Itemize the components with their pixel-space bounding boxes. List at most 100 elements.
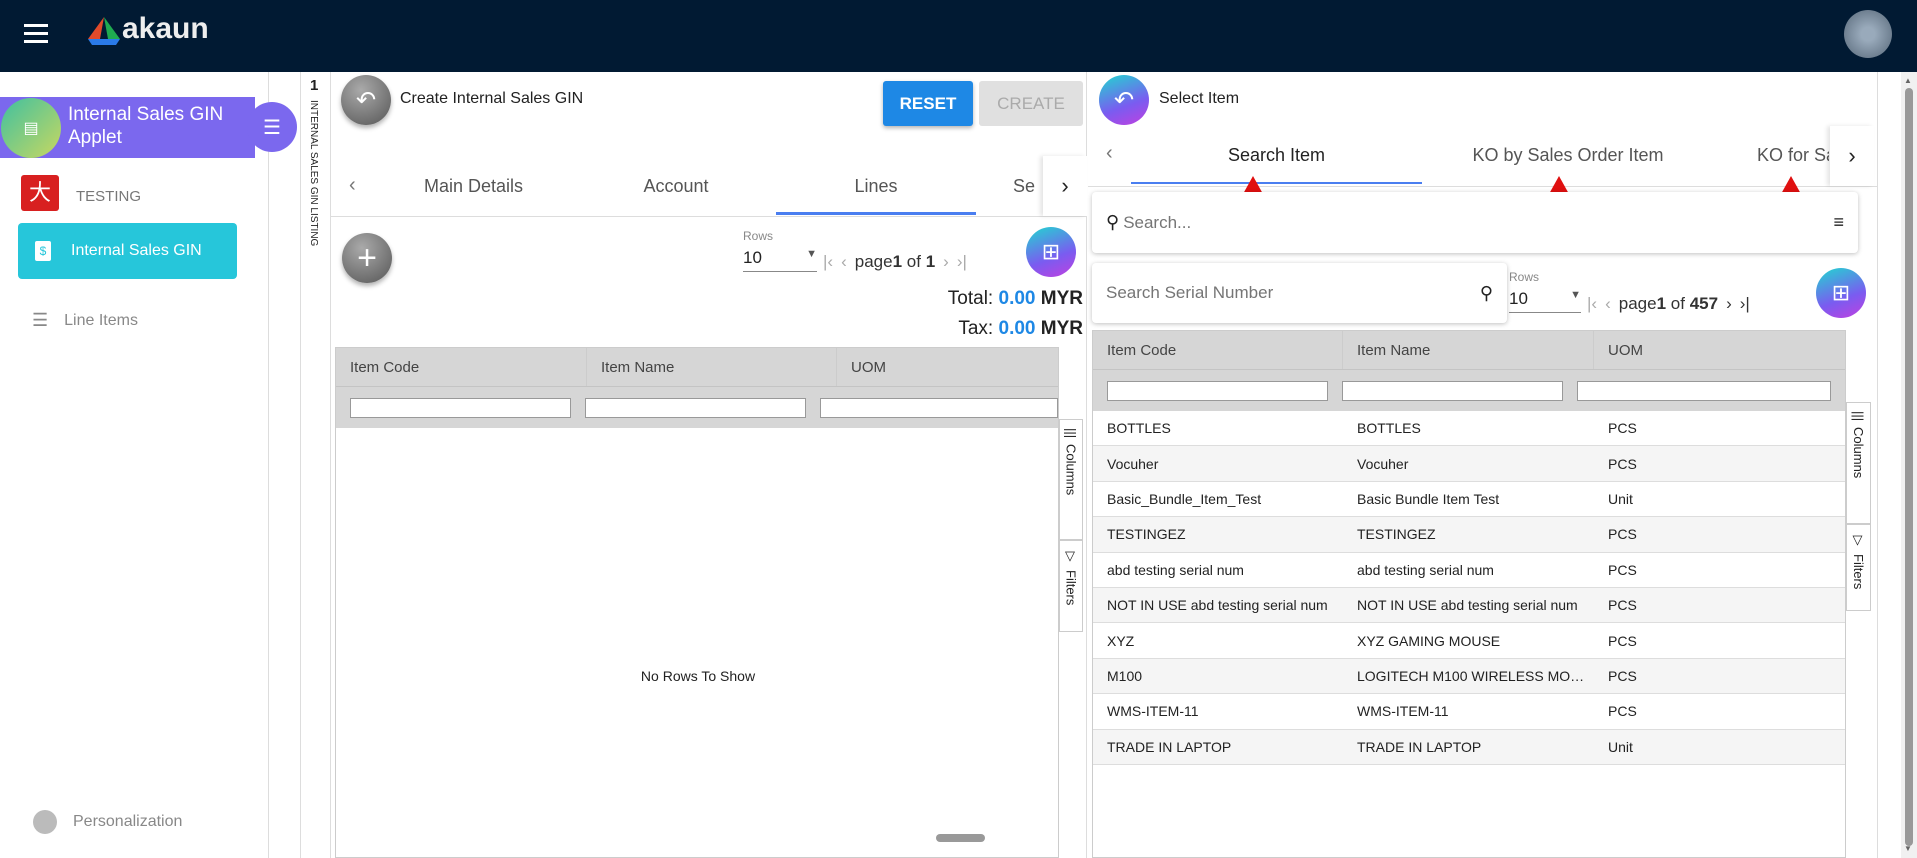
table-cell: PCS	[1594, 526, 1637, 542]
tab-scroll-left-icon[interactable]: ‹	[1106, 142, 1113, 165]
scroll-handle[interactable]	[936, 834, 985, 842]
table-row[interactable]: WMS-ITEM-11WMS-ITEM-11PCS	[1093, 694, 1845, 729]
org-logo-icon: 大	[21, 175, 59, 211]
rows-label: Rows	[743, 229, 773, 243]
sidebar-item-line-items[interactable]: ☰Line Items	[32, 310, 138, 331]
select-item-panel: ↶ Select Item ‹ Search Item KO by Sales …	[1088, 72, 1878, 858]
columns-side-tab[interactable]: |||Columns	[1059, 419, 1083, 540]
table-row[interactable]: TRADE IN LAPTOPTRADE IN LAPTOPUnit	[1093, 730, 1845, 765]
tab-scroll-left-icon[interactable]: ‹	[349, 174, 356, 197]
last-page-icon[interactable]: ›|	[1740, 294, 1750, 314]
table-row[interactable]: TESTINGEZTESTINGEZPCS	[1093, 517, 1845, 552]
tab-scroll-right-icon[interactable]: ›	[1043, 156, 1087, 216]
sidebar: ▤ Internal Sales GIN Applet ☰ 大 TESTING …	[0, 72, 269, 858]
dropdown-arrow-icon: ▼	[806, 248, 817, 268]
scroll-down-icon[interactable]: ▼	[1904, 844, 1912, 853]
reset-button[interactable]: RESET	[883, 81, 973, 126]
filter-uom-input[interactable]	[1577, 381, 1831, 401]
first-page-icon[interactable]: |‹	[823, 252, 833, 272]
table-row[interactable]: Basic_Bundle_Item_TestBasic Bundle Item …	[1093, 482, 1845, 517]
back-button[interactable]: ↶	[341, 75, 391, 125]
table-cell: Basic Bundle Item Test	[1343, 491, 1594, 507]
prev-page-icon[interactable]: ‹	[841, 252, 847, 272]
filter-item-code-input[interactable]	[1107, 381, 1328, 401]
tab-search-item[interactable]: Search Item	[1131, 145, 1422, 184]
first-page-icon[interactable]: |‹	[1587, 294, 1597, 314]
listing-count: 1	[310, 77, 318, 94]
filter-item-code-input[interactable]	[350, 398, 571, 418]
tab-ko-for-sales[interactable]: KO for Sa	[1757, 145, 1829, 166]
tab-account[interactable]: Account	[596, 176, 756, 197]
table-cell: Unit	[1594, 491, 1633, 507]
page-scrollbar[interactable]: ▲ ▼	[1901, 72, 1917, 858]
table-row[interactable]: XYZXYZ GAMING MOUSEPCS	[1093, 623, 1845, 658]
tab-ko-by-sales-order-item[interactable]: KO by Sales Order Item	[1438, 145, 1698, 166]
filter-item-name-input[interactable]	[585, 398, 806, 418]
column-header-item-name[interactable]: Item Name	[1343, 331, 1594, 369]
serial-number-input[interactable]	[1106, 283, 1480, 303]
prev-page-icon[interactable]: ‹	[1605, 294, 1611, 314]
table-row[interactable]: BOTTLESBOTTLESPCS	[1093, 411, 1845, 446]
column-header-uom[interactable]: UOM	[1594, 331, 1845, 369]
table-row[interactable]: VocuherVocuherPCS	[1093, 446, 1845, 481]
table-cell: LOGITECH M100 WIRELESS MOUSE	[1343, 668, 1594, 684]
hamburger-menu-icon[interactable]	[24, 24, 48, 43]
sidebar-item-internal-sales-gin[interactable]: $ Internal Sales GIN	[18, 223, 237, 279]
org-name: TESTING	[76, 188, 141, 205]
filter-list-icon[interactable]: ≡	[1833, 212, 1844, 233]
search-input[interactable]	[1123, 213, 1833, 233]
listing-strip[interactable]: 1 INTERNAL SALES GIN LISTING	[300, 72, 331, 858]
tax-label: Tax:	[958, 318, 993, 339]
user-avatar[interactable]	[1844, 10, 1892, 58]
table-cell: BOTTLES	[1093, 420, 1343, 436]
tab-main-details[interactable]: Main Details	[391, 176, 556, 197]
rows-select[interactable]: 10▼	[1509, 289, 1581, 313]
column-header-item-code[interactable]: Item Code	[336, 348, 587, 386]
table-cell: abd testing serial num	[1093, 562, 1343, 578]
column-header-item-code[interactable]: Item Code	[1093, 331, 1343, 369]
grid-view-button[interactable]: ⊞	[1026, 227, 1076, 277]
table-cell: abd testing serial num	[1343, 562, 1594, 578]
back-button[interactable]: ↶	[1099, 75, 1149, 125]
tab-scroll-right-icon[interactable]: ›	[1830, 126, 1874, 186]
total-pages: 1	[926, 252, 935, 271]
current-page: 1	[1657, 294, 1666, 313]
column-header-item-name[interactable]: Item Name	[587, 348, 837, 386]
serial-search-box[interactable]: ⚲	[1092, 263, 1507, 323]
tab-lines[interactable]: Lines	[776, 176, 976, 215]
personalization-link[interactable]: Personalization	[33, 810, 182, 834]
panel-title: Select Item	[1159, 90, 1239, 108]
page-word: page	[855, 252, 893, 271]
columns-side-tab[interactable]: |||Columns	[1846, 402, 1871, 524]
scroll-thumb[interactable]	[1905, 88, 1913, 846]
search-icon: ⚲	[1106, 212, 1119, 233]
filter-item-name-input[interactable]	[1342, 381, 1563, 401]
filters-side-tab[interactable]: ▽Filters	[1059, 540, 1083, 632]
scroll-up-icon[interactable]: ▲	[1904, 76, 1912, 85]
table-cell: BOTTLES	[1343, 420, 1594, 436]
next-page-icon[interactable]: ›	[943, 252, 949, 272]
akaun-logo-icon	[88, 17, 120, 45]
last-page-icon[interactable]: ›|	[957, 252, 967, 272]
search-icon[interactable]: ⚲	[1480, 283, 1493, 304]
create-button[interactable]: CREATE	[979, 81, 1083, 126]
add-line-button[interactable]: +	[342, 233, 392, 283]
table-cell: TESTINGEZ	[1093, 526, 1343, 542]
person-icon	[33, 810, 57, 834]
next-page-icon[interactable]: ›	[1726, 294, 1732, 314]
collapse-sidebar-icon[interactable]: ☰	[247, 102, 297, 152]
search-item-box[interactable]: ⚲ ≡	[1092, 192, 1858, 253]
column-header-uom[interactable]: UOM	[837, 348, 1058, 386]
filter-uom-input[interactable]	[820, 398, 1058, 418]
table-row[interactable]: M100LOGITECH M100 WIRELESS MOUSEPCS	[1093, 659, 1845, 694]
table-row[interactable]: abd testing serial numabd testing serial…	[1093, 553, 1845, 588]
currency: MYR	[1041, 318, 1083, 339]
table-row[interactable]: NOT IN USE abd testing serial numNOT IN …	[1093, 588, 1845, 623]
table-cell: XYZ	[1093, 633, 1343, 649]
table-cell: Basic_Bundle_Item_Test	[1093, 491, 1343, 507]
table-cell: Vocuher	[1343, 456, 1594, 472]
grid-view-button[interactable]: ⊞	[1816, 268, 1866, 318]
rows-select[interactable]: 10▼	[743, 248, 817, 272]
tab-settings[interactable]: Se	[1009, 176, 1039, 197]
filters-side-tab[interactable]: ▽Filters	[1846, 524, 1871, 611]
